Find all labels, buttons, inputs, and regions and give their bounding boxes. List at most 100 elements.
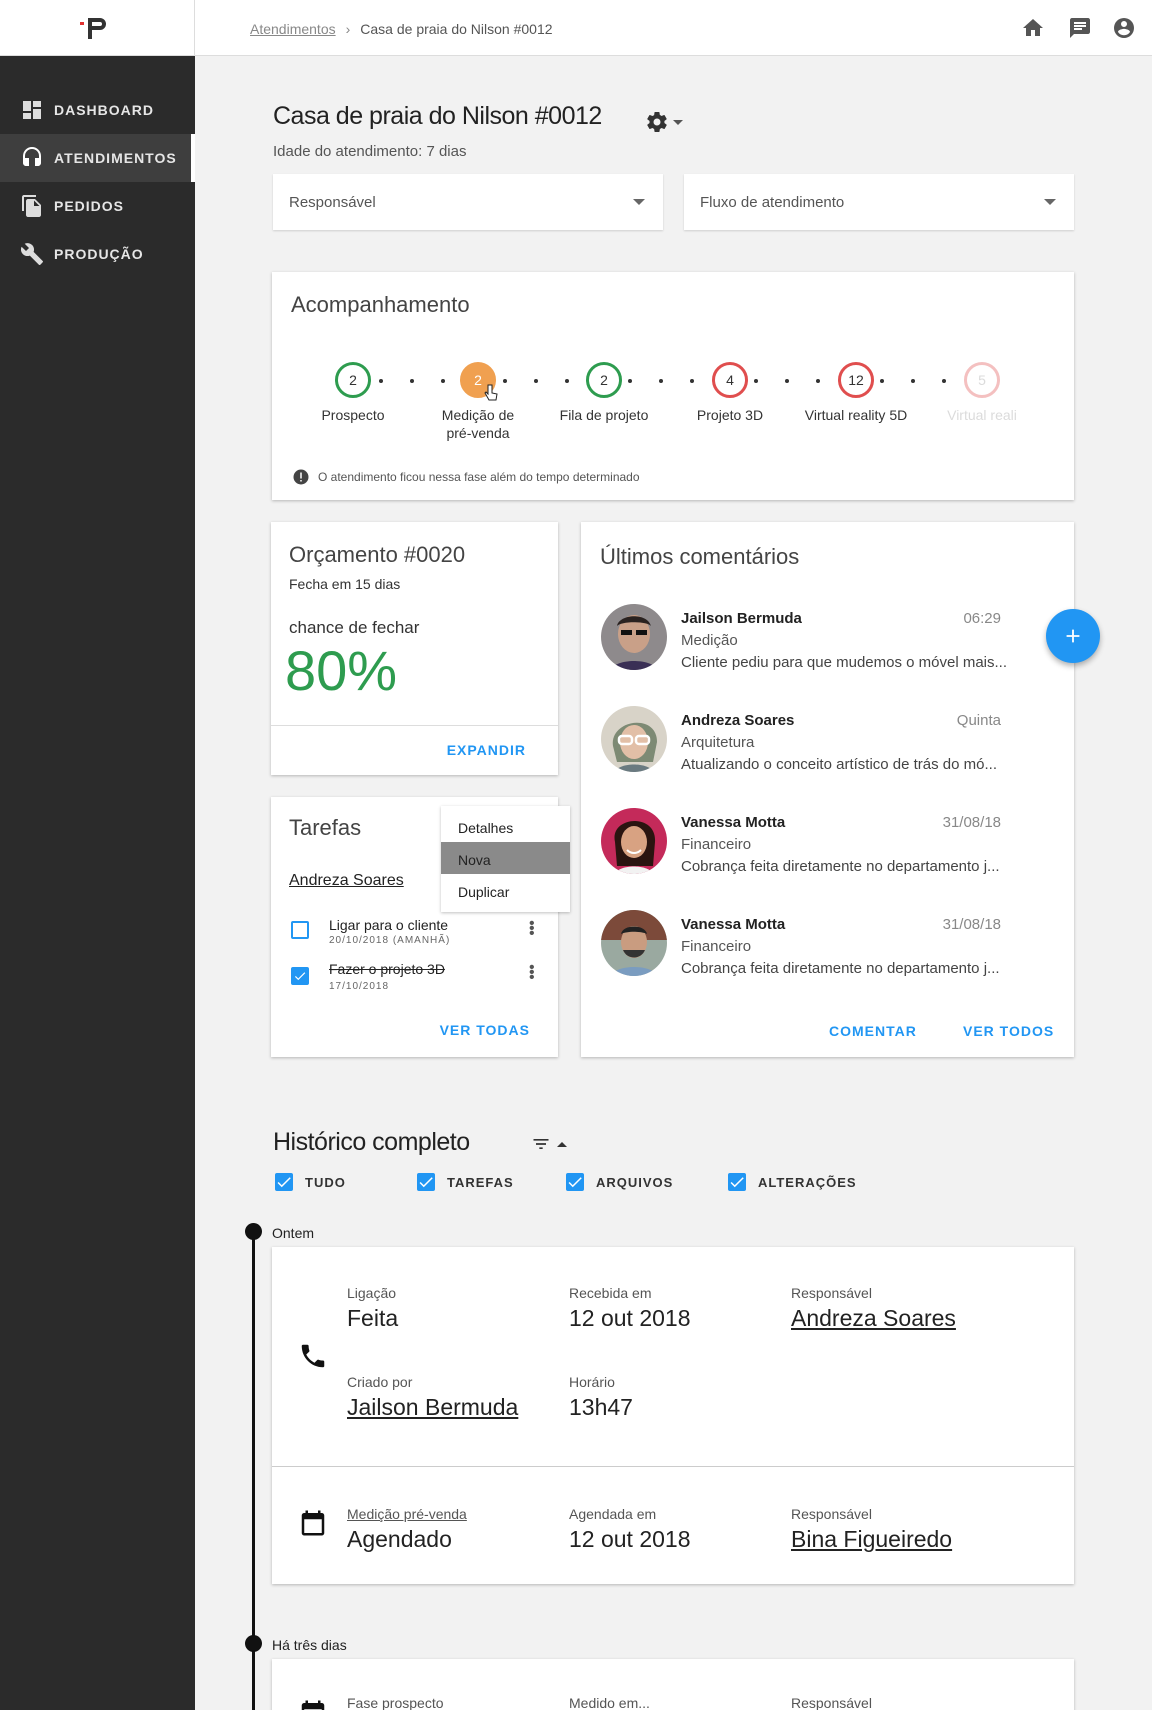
connector-dot bbox=[379, 379, 383, 383]
step-medicao-pre-venda[interactable]: 2 Medição de pré-venda bbox=[418, 362, 538, 442]
filter-tudo[interactable]: TUDO bbox=[275, 1173, 346, 1191]
timeline-group-label: Ontem bbox=[272, 1225, 315, 1241]
step-projeto-3d[interactable]: 4 Projeto 3D bbox=[670, 362, 790, 424]
view-all-comments-button[interactable]: VER TODOS bbox=[963, 1023, 1054, 1039]
sidebar-item-producao[interactable]: PRODUÇÃO bbox=[0, 230, 195, 278]
breadcrumb: Atendimentos › Casa de praia do Nilson #… bbox=[250, 21, 553, 37]
sidebar-item-label: PRODUÇÃO bbox=[54, 246, 144, 262]
task-checkbox[interactable] bbox=[291, 921, 309, 939]
responsible-link[interactable]: Andreza Soares bbox=[791, 1305, 956, 1332]
breadcrumb-parent-link[interactable]: Atendimentos bbox=[250, 21, 336, 37]
comment-time: 31/08/18 bbox=[942, 916, 1001, 933]
gear-icon bbox=[647, 112, 667, 133]
sidebar-item-atendimentos[interactable]: ATENDIMENTOS bbox=[0, 134, 195, 182]
phone-icon bbox=[301, 1344, 325, 1368]
sidebar-item-label: PEDIDOS bbox=[54, 198, 125, 214]
comment-item[interactable]: Vanessa Motta 31/08/18 Financeiro Cobran… bbox=[601, 910, 1041, 990]
sidebar-item-dashboard[interactable]: DASHBOARD bbox=[0, 86, 195, 134]
task-date: 17/10/2018 bbox=[329, 981, 390, 992]
comment-item[interactable]: Andreza Soares Quinta Arquitetura Atuali… bbox=[601, 706, 1041, 786]
step-virtual-reality-5d[interactable]: 12 Virtual reality 5D bbox=[796, 362, 916, 424]
task-assignee-link[interactable]: Andreza Soares bbox=[289, 872, 404, 890]
documents-icon bbox=[22, 195, 41, 217]
comment-text: Cobrança feita diretamente no departamen… bbox=[681, 858, 1000, 875]
measure-type-link[interactable]: Medição pré-venda bbox=[347, 1506, 467, 1522]
comment-author: Vanessa Motta bbox=[681, 814, 786, 831]
step-virtual-reali[interactable]: 5 Virtual reali bbox=[922, 362, 1042, 424]
filter-arquivos[interactable]: ARQUIVOS bbox=[566, 1173, 673, 1191]
step-fila-de-projeto[interactable]: 2 Fila de projeto bbox=[544, 362, 664, 424]
field-key: Recebida em bbox=[569, 1285, 652, 1301]
comment-item[interactable]: Vanessa Motta 31/08/18 Financeiro Cobran… bbox=[601, 808, 1041, 888]
logo-icon[interactable] bbox=[80, 16, 112, 40]
menu-item-nova[interactable]: Nova bbox=[441, 842, 570, 874]
budget-card: Orçamento #0020 Fecha em 15 dias chance … bbox=[271, 522, 558, 775]
connector-dot bbox=[942, 379, 946, 383]
checkbox-checked[interactable] bbox=[417, 1173, 435, 1191]
comment-time: 06:29 bbox=[963, 610, 1001, 627]
step-label: Projeto 3D bbox=[696, 407, 764, 423]
connector-dot bbox=[911, 379, 915, 383]
fluxo-select[interactable]: Fluxo de atendimento bbox=[684, 174, 1074, 230]
step-prospecto[interactable]: 2 Prospecto bbox=[293, 362, 413, 424]
page-title: Casa de praia do Nilson #0012 bbox=[273, 102, 602, 130]
select-placeholder: Fluxo de atendimento bbox=[700, 193, 845, 211]
field-key: Ligação bbox=[347, 1285, 397, 1301]
avatar bbox=[601, 910, 667, 976]
checkbox-checked[interactable] bbox=[566, 1173, 584, 1191]
select-placeholder: Responsável bbox=[289, 193, 376, 211]
expand-button[interactable]: EXPANDIR bbox=[447, 742, 526, 758]
history-filter-button[interactable] bbox=[529, 1134, 567, 1154]
more-vert-icon[interactable]: • • • bbox=[529, 960, 535, 986]
sidebar-item-pedidos[interactable]: PEDIDOS bbox=[0, 182, 195, 230]
filter-alteracoes[interactable]: ALTERAÇÕES bbox=[728, 1173, 857, 1191]
chat-icon[interactable] bbox=[1068, 16, 1092, 40]
field-key: Criado por bbox=[347, 1374, 413, 1390]
check-icon bbox=[419, 1177, 433, 1188]
account-icon[interactable] bbox=[1112, 16, 1136, 40]
comment-button[interactable]: COMENTAR bbox=[829, 1023, 917, 1039]
responsible-link[interactable]: Bina Figueiredo bbox=[791, 1526, 952, 1553]
menu-item-detalhes[interactable]: Detalhes bbox=[441, 810, 570, 842]
caret-down-icon bbox=[1044, 199, 1056, 205]
tracking-title: Acompanhamento bbox=[291, 292, 470, 317]
view-all-tasks-button[interactable]: VER TODAS bbox=[440, 1022, 530, 1038]
calendar-icon bbox=[301, 1700, 325, 1710]
filter-tarefas[interactable]: TAREFAS bbox=[417, 1173, 514, 1191]
responsavel-select[interactable]: Responsável bbox=[273, 174, 663, 230]
comment-author: Jailson Bermuda bbox=[681, 610, 802, 627]
timeline-dot bbox=[245, 1223, 262, 1240]
calendar-icon bbox=[301, 1510, 325, 1536]
comment-dept: Financeiro bbox=[681, 836, 752, 853]
menu-item-duplicar[interactable]: Duplicar bbox=[441, 874, 570, 906]
comment-dept: Financeiro bbox=[681, 938, 752, 955]
step-label: Virtual reality 5D bbox=[804, 407, 908, 423]
sidebar-item-label: ATENDIMENTOS bbox=[54, 150, 177, 166]
field-key: Fase prospecto bbox=[347, 1695, 444, 1710]
field-value: Agendado bbox=[347, 1526, 452, 1552]
task-checkbox[interactable] bbox=[291, 967, 309, 985]
add-comment-fab[interactable] bbox=[1046, 609, 1100, 663]
settings-menu-button[interactable] bbox=[645, 110, 683, 134]
filter-label: ALTERAÇÕES bbox=[758, 1174, 857, 1190]
creator-link[interactable]: Jailson Bermuda bbox=[347, 1394, 518, 1421]
comment-item[interactable]: Jailson Bermuda 06:29 Medição Cliente pe… bbox=[601, 604, 1041, 684]
more-vert-icon[interactable]: • • • bbox=[529, 916, 535, 942]
sidebar-item-label: DASHBOARD bbox=[54, 102, 154, 118]
home-icon[interactable] bbox=[1021, 16, 1045, 40]
budget-closes: Fecha em 15 dias bbox=[289, 576, 401, 592]
filter-label: ARQUIVOS bbox=[596, 1174, 674, 1190]
pointer-cursor-icon bbox=[484, 384, 498, 401]
field-key: Responsável bbox=[791, 1506, 872, 1522]
breadcrumb-current: Casa de praia do Nilson #0012 bbox=[360, 21, 553, 37]
tasks-title: Tarefas bbox=[289, 815, 362, 840]
checkbox-checked[interactable] bbox=[275, 1173, 293, 1191]
tracking-card: Acompanhamento 2 Prospecto 2 Medição de … bbox=[272, 272, 1074, 500]
connector-dot bbox=[534, 379, 538, 383]
step-label: Fila de projeto bbox=[559, 407, 649, 423]
avatar bbox=[601, 808, 667, 874]
connector-dot bbox=[628, 379, 632, 383]
connector-dot bbox=[690, 379, 694, 383]
step-count: 2 bbox=[335, 362, 371, 398]
checkbox-checked[interactable] bbox=[728, 1173, 746, 1191]
